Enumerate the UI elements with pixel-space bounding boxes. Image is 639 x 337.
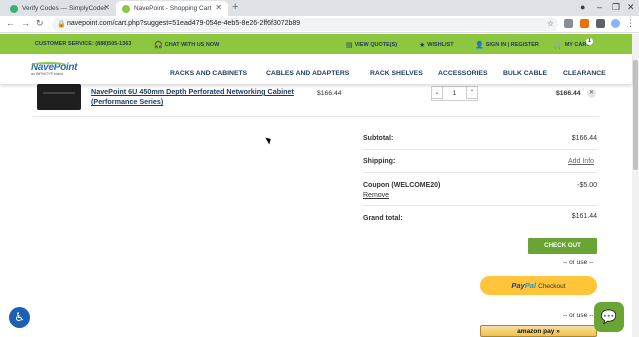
signin-link[interactable]: 👤 SIGN IN | REGISTER (475, 41, 539, 49)
amazon-pay-button[interactable]: amazon pay » (480, 325, 597, 337)
navepoint-favicon-icon (122, 4, 130, 13)
amazon-pay-label: amazon pay (517, 328, 555, 335)
main-navigation: NavePoint an INFINITY® brand RACKS AND C… (0, 54, 632, 84)
line-total: $166.44 (556, 90, 581, 97)
navepoint-logo[interactable]: NavePoint an INFINITY® brand (31, 62, 81, 80)
quantity-value[interactable]: 1 (446, 90, 463, 97)
summary-divider (363, 205, 597, 206)
quote-icon: ▤ (346, 42, 353, 49)
profile-dot-icon[interactable]: ● (580, 2, 585, 12)
decrease-qty-button[interactable]: ⌄ (431, 86, 443, 99)
remove-item-icon[interactable]: ✕ (587, 89, 596, 98)
utility-bar: CUSTOMER SERVICE: (888)505-1363 🎧 CHAT W… (0, 34, 632, 54)
paypal-logo-pay: Pay (511, 281, 525, 290)
coupon-label: Coupon (WELCOME20) (363, 182, 441, 189)
headset-icon: 🎧 (154, 42, 163, 49)
nav-accessories[interactable]: ACCESSORIES (438, 70, 487, 77)
browser-tab-strip: Verify Codes — SimplyCodes ✕ NavePoint -… (0, 0, 639, 16)
row-divider (33, 116, 599, 117)
nav-racks-and-cabinets[interactable]: RACKS AND CABINETS (170, 70, 247, 77)
add-shipping-info-link[interactable]: Add Info (568, 158, 594, 165)
scrollbar-thumb[interactable] (633, 60, 638, 170)
puzzle-extensions-icon[interactable] (596, 19, 605, 28)
close-tab-icon[interactable]: ✕ (215, 3, 222, 12)
summary-divider (363, 172, 597, 173)
star-icon: ★ (419, 42, 426, 49)
tab-navepoint-cart[interactable]: NavePoint - Shopping Cart ✕ (116, 1, 228, 16)
menu-kebab-icon[interactable]: ⋮ (626, 18, 635, 29)
or-use-divider: -- or use -- (563, 312, 594, 319)
customer-service-phone[interactable]: CUSTOMER SERVICE: (888)505-1363 (35, 41, 131, 47)
lock-icon[interactable]: 🔒 (57, 20, 66, 28)
close-tab-icon[interactable]: ✕ (103, 3, 110, 12)
cart-count-badge: 1 (586, 38, 593, 45)
tab-title: NavePoint - Shopping Cart (134, 5, 212, 12)
chat-bubble-icon[interactable]: 💬 (594, 302, 624, 332)
accessibility-icon[interactable]: ♿ (9, 307, 30, 328)
new-tab-icon[interactable]: + (232, 1, 238, 13)
chevron-right-icon: » (556, 328, 560, 335)
nav-clearance[interactable]: CLEARANCE (563, 70, 606, 77)
signin-label: SIGN IN | REGISTER (485, 42, 539, 48)
subtotal-value: $166.44 (571, 135, 597, 142)
tab-title: Verify Codes — SimplyCodes (22, 5, 106, 12)
coupon-value: -$5.00 (577, 182, 597, 189)
paypal-checkout-label: Checkout (538, 283, 566, 290)
minimize-icon[interactable]: – (597, 2, 602, 12)
paypal-logo-pal: Pal (524, 281, 537, 290)
logo-swoosh (31, 62, 67, 68)
checkout-button[interactable]: CHECK OUT (528, 238, 597, 254)
url-text: navepoint.com/cart.php?suggest=51ead479-… (67, 20, 301, 27)
restore-icon[interactable]: ❐ (612, 2, 620, 13)
bookmark-star-icon[interactable]: ☆ (547, 19, 554, 28)
back-icon[interactable]: ← (6, 18, 15, 28)
chat-link[interactable]: 🎧 CHAT WITH US NOW (154, 41, 219, 49)
grand-total-label: Grand total: (363, 215, 403, 222)
nav-bulk-cable[interactable]: BULK CABLE (503, 70, 547, 77)
simplycodes-favicon-icon (10, 4, 18, 13)
forward-icon[interactable]: → (21, 18, 30, 28)
wishlist-link[interactable]: ★ WISHLIST (419, 41, 454, 49)
user-icon: 👤 (475, 42, 484, 49)
quantity-stepper[interactable]: ⌄ 1 ⌃ (431, 86, 478, 101)
summary-divider (363, 149, 597, 150)
wishlist-label: WISHLIST (427, 42, 454, 48)
extension-icon[interactable] (564, 19, 573, 28)
view-quotes-link[interactable]: ▤ VIEW QUOTE(S) (346, 41, 397, 49)
close-window-icon[interactable]: ✕ (627, 2, 635, 13)
remove-coupon-link[interactable]: Remove (363, 192, 389, 199)
reload-icon[interactable]: ↻ (36, 18, 44, 29)
mouse-cursor-icon (265, 135, 273, 145)
increase-qty-button[interactable]: ⌃ (466, 86, 478, 99)
address-bar[interactable]: 🔒 navepoint.com/cart.php?suggest=51ead47… (52, 18, 558, 31)
subtotal-label: Subtotal: (363, 135, 394, 142)
grand-total-value: $161.44 (571, 213, 597, 220)
nav-rack-shelves[interactable]: RACK SHELVES (370, 70, 423, 77)
nav-cables-and-adapters[interactable]: CABLES AND ADAPTERS (266, 70, 349, 77)
chat-label: CHAT WITH US NOW (164, 42, 220, 48)
product-name-link[interactable]: NavePoint 6U 450mm Depth Perforated Netw… (91, 87, 301, 107)
paypal-checkout-button[interactable]: PayPal Checkout (480, 276, 597, 295)
browser-toolbar: ← → ↻ 🔒 navepoint.com/cart.php?suggest=5… (0, 16, 639, 33)
or-use-divider: -- or use -- (563, 259, 594, 266)
view-quotes-label: VIEW QUOTE(S) (354, 42, 398, 48)
shipping-label: Shipping: (363, 158, 396, 165)
profile-avatar-icon[interactable] (611, 19, 620, 28)
simplycodes-extension-icon[interactable] (580, 19, 589, 28)
cart-icon: 🛒 (554, 42, 563, 49)
tab-verify-codes[interactable]: Verify Codes — SimplyCodes ✕ (4, 1, 116, 16)
unit-price: $166.44 (317, 90, 342, 97)
cabinet-vent-graphic (43, 92, 75, 94)
product-thumbnail[interactable] (37, 84, 81, 110)
my-cart-link[interactable]: 🛒 MY CART (554, 41, 590, 49)
